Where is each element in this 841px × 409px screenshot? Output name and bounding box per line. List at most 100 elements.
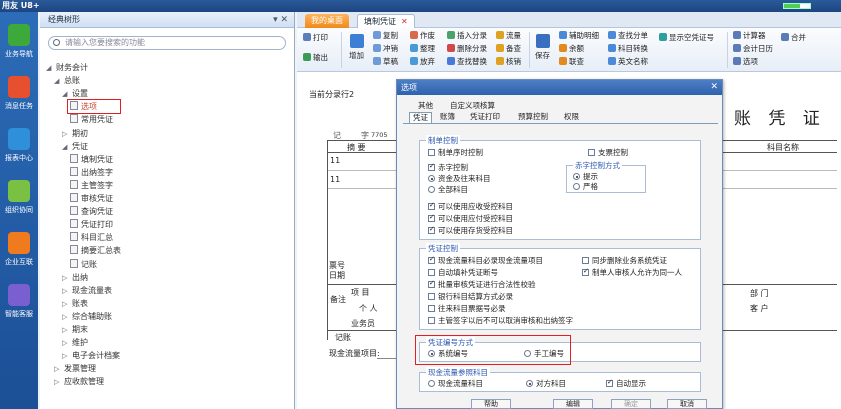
supervisor-sign-checkbox[interactable]: 主管签字以后不可以取消审核和出纳签字 [428, 316, 573, 325]
tree-item[interactable]: ▷ 应收款管理 [54, 376, 104, 388]
expand-arrow-icon[interactable]: ▷ [62, 311, 72, 323]
tab-custom[interactable]: 自定义项核算 [447, 101, 498, 112]
nav-reports[interactable]: 报表中心 [0, 128, 38, 163]
expand-arrow-icon[interactable]: ▷ [62, 272, 72, 284]
subject-switch-button[interactable]: 科目转换 [608, 43, 648, 54]
help-button[interactable]: 帮助 [471, 399, 511, 409]
tree-item[interactable]: 科目汇总 [70, 232, 113, 244]
batch-audit-checkbox[interactable]: 批量审核凭证进行合法性校验 [428, 279, 536, 289]
tab-budget[interactable]: 预算控制 [515, 112, 551, 123]
fill-gap-checkbox[interactable]: 自动填补凭证断号 [428, 268, 498, 277]
tree-item[interactable]: ▷ 期初 [62, 128, 88, 140]
tree-item[interactable]: ◢ 凭证 [62, 141, 88, 153]
expand-arrow-icon[interactable]: ▷ [62, 128, 72, 140]
same-person-checkbox[interactable]: 制单人审核人允许为同一人 [582, 267, 682, 277]
print-button[interactable]: 打印 [303, 32, 328, 43]
tab-voucher[interactable]: 填制凭证 ✕ [357, 14, 415, 28]
check-control-checkbox[interactable]: 支票控制 [588, 148, 628, 157]
tree-item[interactable]: 填制凭证 [70, 153, 113, 166]
expand-arrow-icon[interactable]: ◢ [46, 62, 56, 74]
merge-button[interactable]: 合并 [781, 32, 806, 43]
add-button[interactable]: 增加 [349, 34, 364, 61]
expand-arrow-icon[interactable]: ▷ [62, 285, 72, 297]
expand-arrow-icon[interactable]: ▷ [54, 376, 64, 388]
calculator-button[interactable]: 计算器 [733, 30, 766, 41]
tree-item[interactable]: ▷ 账表 [62, 298, 88, 310]
aux-detail-button[interactable]: 辅助明细 [559, 30, 599, 41]
row2-cell[interactable]: 11 [330, 175, 340, 184]
query-button[interactable]: 联查 [559, 56, 584, 67]
tree-item[interactable]: 摘要汇总表 [70, 245, 121, 257]
all-subjects-radio[interactable]: 全部科目 [428, 185, 468, 194]
tree-item[interactable]: 主管签字 [70, 179, 113, 192]
tab-other[interactable]: 其他 [415, 101, 436, 112]
bill-no-checkbox[interactable]: 往来科目票据号必录 [428, 304, 506, 313]
options-button[interactable]: 选项 [733, 56, 758, 67]
tree-item[interactable]: ▷ 维护 [62, 337, 88, 349]
tab-books[interactable]: 账簿 [437, 112, 458, 123]
opposite-subject-radio[interactable]: 对方科目 [526, 379, 566, 388]
row1-cell[interactable]: 11 [330, 156, 340, 165]
search-input[interactable]: 请输入您要搜索的功能 [48, 36, 286, 50]
draft-button[interactable]: 草稿 [373, 56, 398, 67]
nav-business[interactable]: 业务导航 [0, 24, 38, 59]
expand-arrow-icon[interactable]: ▷ [62, 324, 72, 336]
bank-settle-checkbox[interactable]: 银行科目结算方式必录 [428, 292, 513, 301]
tree-item[interactable]: 凭证打印 [70, 219, 113, 231]
cancel-button[interactable]: 取消 [667, 399, 707, 409]
tree-item[interactable]: 审核凭证 [70, 193, 113, 205]
prompt-radio[interactable]: 提示 [573, 172, 598, 181]
tree-item[interactable]: ▷ 综合辅助账 [62, 311, 112, 323]
tree-item[interactable]: 出纳签字 [70, 166, 113, 179]
ar-control-checkbox[interactable]: 可以使用应收受控科目 [428, 201, 513, 211]
tab-desktop[interactable]: 我的桌面 [305, 14, 349, 28]
cashflow-required-checkbox[interactable]: 现金流量科目必录现金流量项目 [428, 255, 543, 265]
ok-button[interactable]: 确定 [611, 399, 651, 409]
output-button[interactable]: 输出 [303, 52, 328, 63]
funds-radio[interactable]: 资金及往来科目 [428, 174, 491, 183]
pin-icon[interactable]: ▾ ✕ [273, 12, 288, 28]
inv-control-checkbox[interactable]: 可以使用存货受控科目 [428, 225, 513, 235]
strict-radio[interactable]: 严格 [573, 182, 598, 191]
flow-button[interactable]: 流量 [496, 30, 521, 41]
expand-arrow-icon[interactable]: ▷ [62, 350, 72, 362]
serial-control-checkbox[interactable]: 制单序时控制 [428, 148, 483, 157]
tab-voucher-options[interactable]: 凭证 [409, 112, 432, 123]
expand-arrow-icon[interactable]: ◢ [54, 75, 64, 87]
find-entry-button[interactable]: 查找分单 [608, 30, 648, 41]
tree-item[interactable]: ◢ 财务会计 [46, 62, 88, 74]
expand-arrow-icon[interactable]: ◢ [62, 141, 72, 153]
tree-item[interactable]: ▷ 电子会计档案 [62, 350, 120, 362]
delete-row-button[interactable]: 删除分录 [447, 43, 487, 54]
expand-arrow-icon[interactable]: ▷ [62, 298, 72, 310]
expand-arrow-icon[interactable]: ▷ [54, 363, 64, 375]
void-button[interactable]: 作废 [410, 30, 435, 41]
expand-arrow-icon[interactable]: ▷ [62, 337, 72, 349]
calendar-button[interactable]: 会计日历 [733, 43, 773, 54]
close-icon[interactable]: ✕ [401, 17, 408, 26]
nav-service[interactable]: 智能客服 [0, 284, 38, 319]
spare-button[interactable]: 备查 [496, 43, 521, 54]
auto-show-checkbox[interactable]: 自动显示 [606, 378, 646, 388]
save-button[interactable]: 保存 [535, 34, 550, 61]
close-icon[interactable]: ✕ [710, 80, 718, 95]
ap-control-checkbox[interactable]: 可以使用应付受控科目 [428, 213, 513, 223]
tree-item[interactable]: 记账 [70, 258, 97, 271]
nav-collab[interactable]: 组织协同 [0, 180, 38, 215]
abandon-button[interactable]: 放弃 [410, 56, 435, 67]
red-control-checkbox[interactable]: 赤字控制 [428, 162, 468, 172]
copy-button[interactable]: 复制 [373, 30, 398, 41]
tree-item[interactable]: ▷ 发票管理 [54, 363, 96, 375]
tab-voucher-print[interactable]: 凭证打印 [467, 112, 503, 123]
voucher-number[interactable]: 7705 [371, 131, 388, 139]
tidy-button[interactable]: 整理 [410, 43, 435, 54]
balance-button[interactable]: 余额 [559, 43, 584, 54]
sync-delete-checkbox[interactable]: 同步删除业务系统凭证 [582, 256, 667, 265]
verify-button[interactable]: 核销 [496, 56, 521, 67]
insert-row-button[interactable]: 插入分录 [447, 30, 487, 41]
tree-item[interactable]: ▷ 出纳 [62, 272, 88, 284]
show-blank-button[interactable]: 显示空凭证号 [659, 32, 714, 43]
tab-permission[interactable]: 权限 [561, 112, 582, 123]
tree-item[interactable]: 常用凭证 [70, 114, 113, 126]
tree-item[interactable]: 查询凭证 [70, 206, 113, 218]
